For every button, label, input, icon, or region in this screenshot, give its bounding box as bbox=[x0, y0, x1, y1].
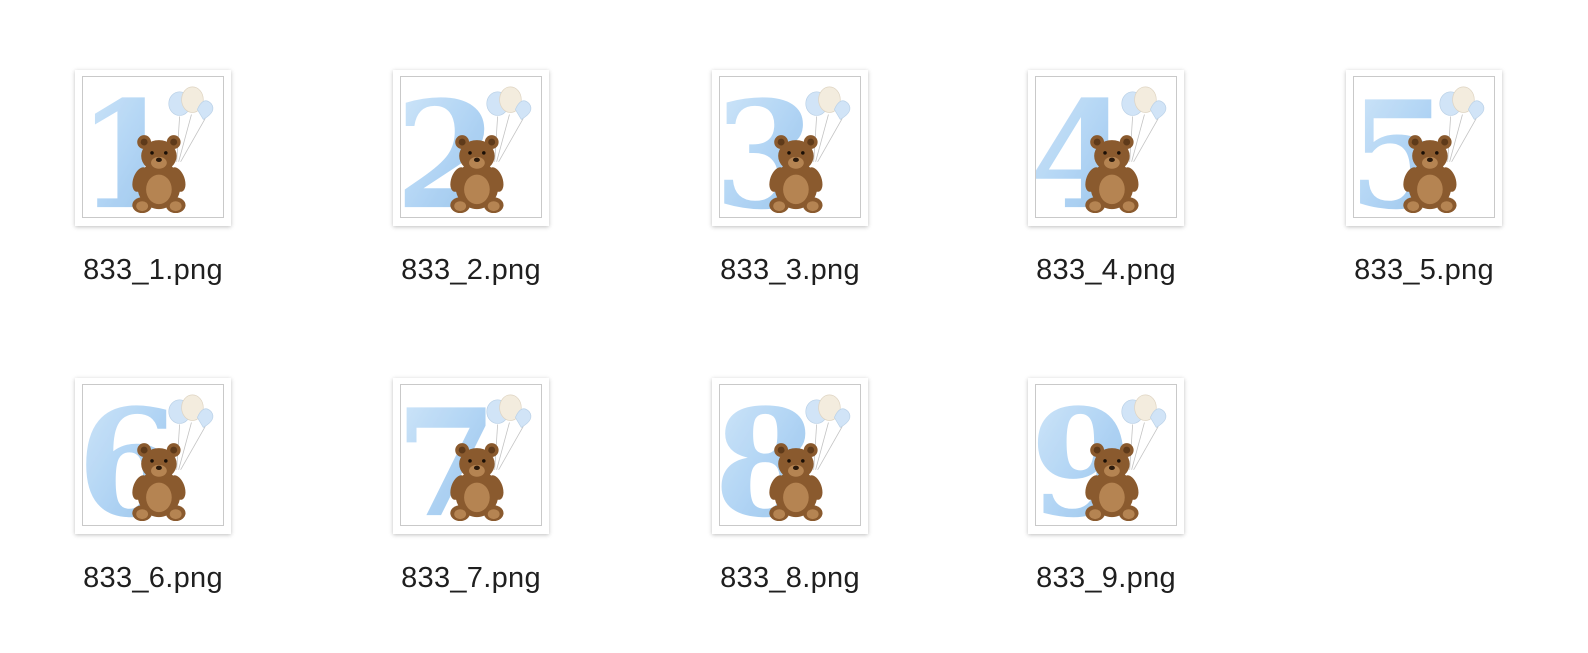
file-name-label[interactable]: 833_2.png bbox=[361, 254, 581, 287]
teddy-bear-number-three-thumbnail[interactable]: 3 bbox=[712, 70, 868, 226]
file-item[interactable]: 1 833_1.png bbox=[43, 70, 263, 330]
file-name-label[interactable]: 833_1.png bbox=[43, 254, 263, 287]
file-item[interactable]: 4 833_4.png bbox=[996, 70, 1216, 330]
file-item[interactable]: 2 833_2.png bbox=[361, 70, 581, 330]
thumbnail-image: 7 bbox=[400, 384, 542, 526]
file-name-label[interactable]: 833_5.png bbox=[1314, 254, 1534, 287]
thumbnail-image: 3 bbox=[719, 76, 861, 218]
thumbnail-image: 1 bbox=[82, 76, 224, 218]
file-name-label[interactable]: 833_7.png bbox=[361, 562, 581, 595]
thumbnail-image: 4 bbox=[1035, 76, 1177, 218]
file-item[interactable]: 6 833_6.png bbox=[43, 378, 263, 638]
teddy-bear-number-seven-thumbnail[interactable]: 7 bbox=[393, 378, 549, 534]
file-name-label[interactable]: 833_4.png bbox=[996, 254, 1216, 287]
teddy-bear-number-five-thumbnail[interactable]: 5 bbox=[1346, 70, 1502, 226]
file-item[interactable]: 9 833_9.png bbox=[996, 378, 1216, 638]
file-item[interactable]: 3 833_3.png bbox=[680, 70, 900, 330]
teddy-bear-number-two-thumbnail[interactable]: 2 bbox=[393, 70, 549, 226]
teddy-bear-number-one-thumbnail[interactable]: 1 bbox=[75, 70, 231, 226]
teddy-bear-number-nine-thumbnail[interactable]: 9 bbox=[1028, 378, 1184, 534]
teddy-bear-number-four-thumbnail[interactable]: 4 bbox=[1028, 70, 1184, 226]
thumbnail-image: 6 bbox=[82, 384, 224, 526]
file-item[interactable]: 5 833_5.png bbox=[1314, 70, 1534, 330]
file-name-label[interactable]: 833_9.png bbox=[996, 562, 1216, 595]
teddy-bear-number-eight-thumbnail[interactable]: 8 bbox=[712, 378, 868, 534]
thumbnail-image: 5 bbox=[1353, 76, 1495, 218]
file-name-label[interactable]: 833_6.png bbox=[43, 562, 263, 595]
file-name-label[interactable]: 833_8.png bbox=[680, 562, 900, 595]
file-item[interactable]: 7 833_7.png bbox=[361, 378, 581, 638]
teddy-bear-number-six-thumbnail[interactable]: 6 bbox=[75, 378, 231, 534]
file-grid: 1 833_1.png 2 833_2.png 3 833_3.png 4 83… bbox=[0, 0, 1588, 653]
thumbnail-image: 9 bbox=[1035, 384, 1177, 526]
thumbnail-image: 8 bbox=[719, 384, 861, 526]
file-item[interactable]: 8 833_8.png bbox=[680, 378, 900, 638]
thumbnail-image: 2 bbox=[400, 76, 542, 218]
file-name-label[interactable]: 833_3.png bbox=[680, 254, 900, 287]
